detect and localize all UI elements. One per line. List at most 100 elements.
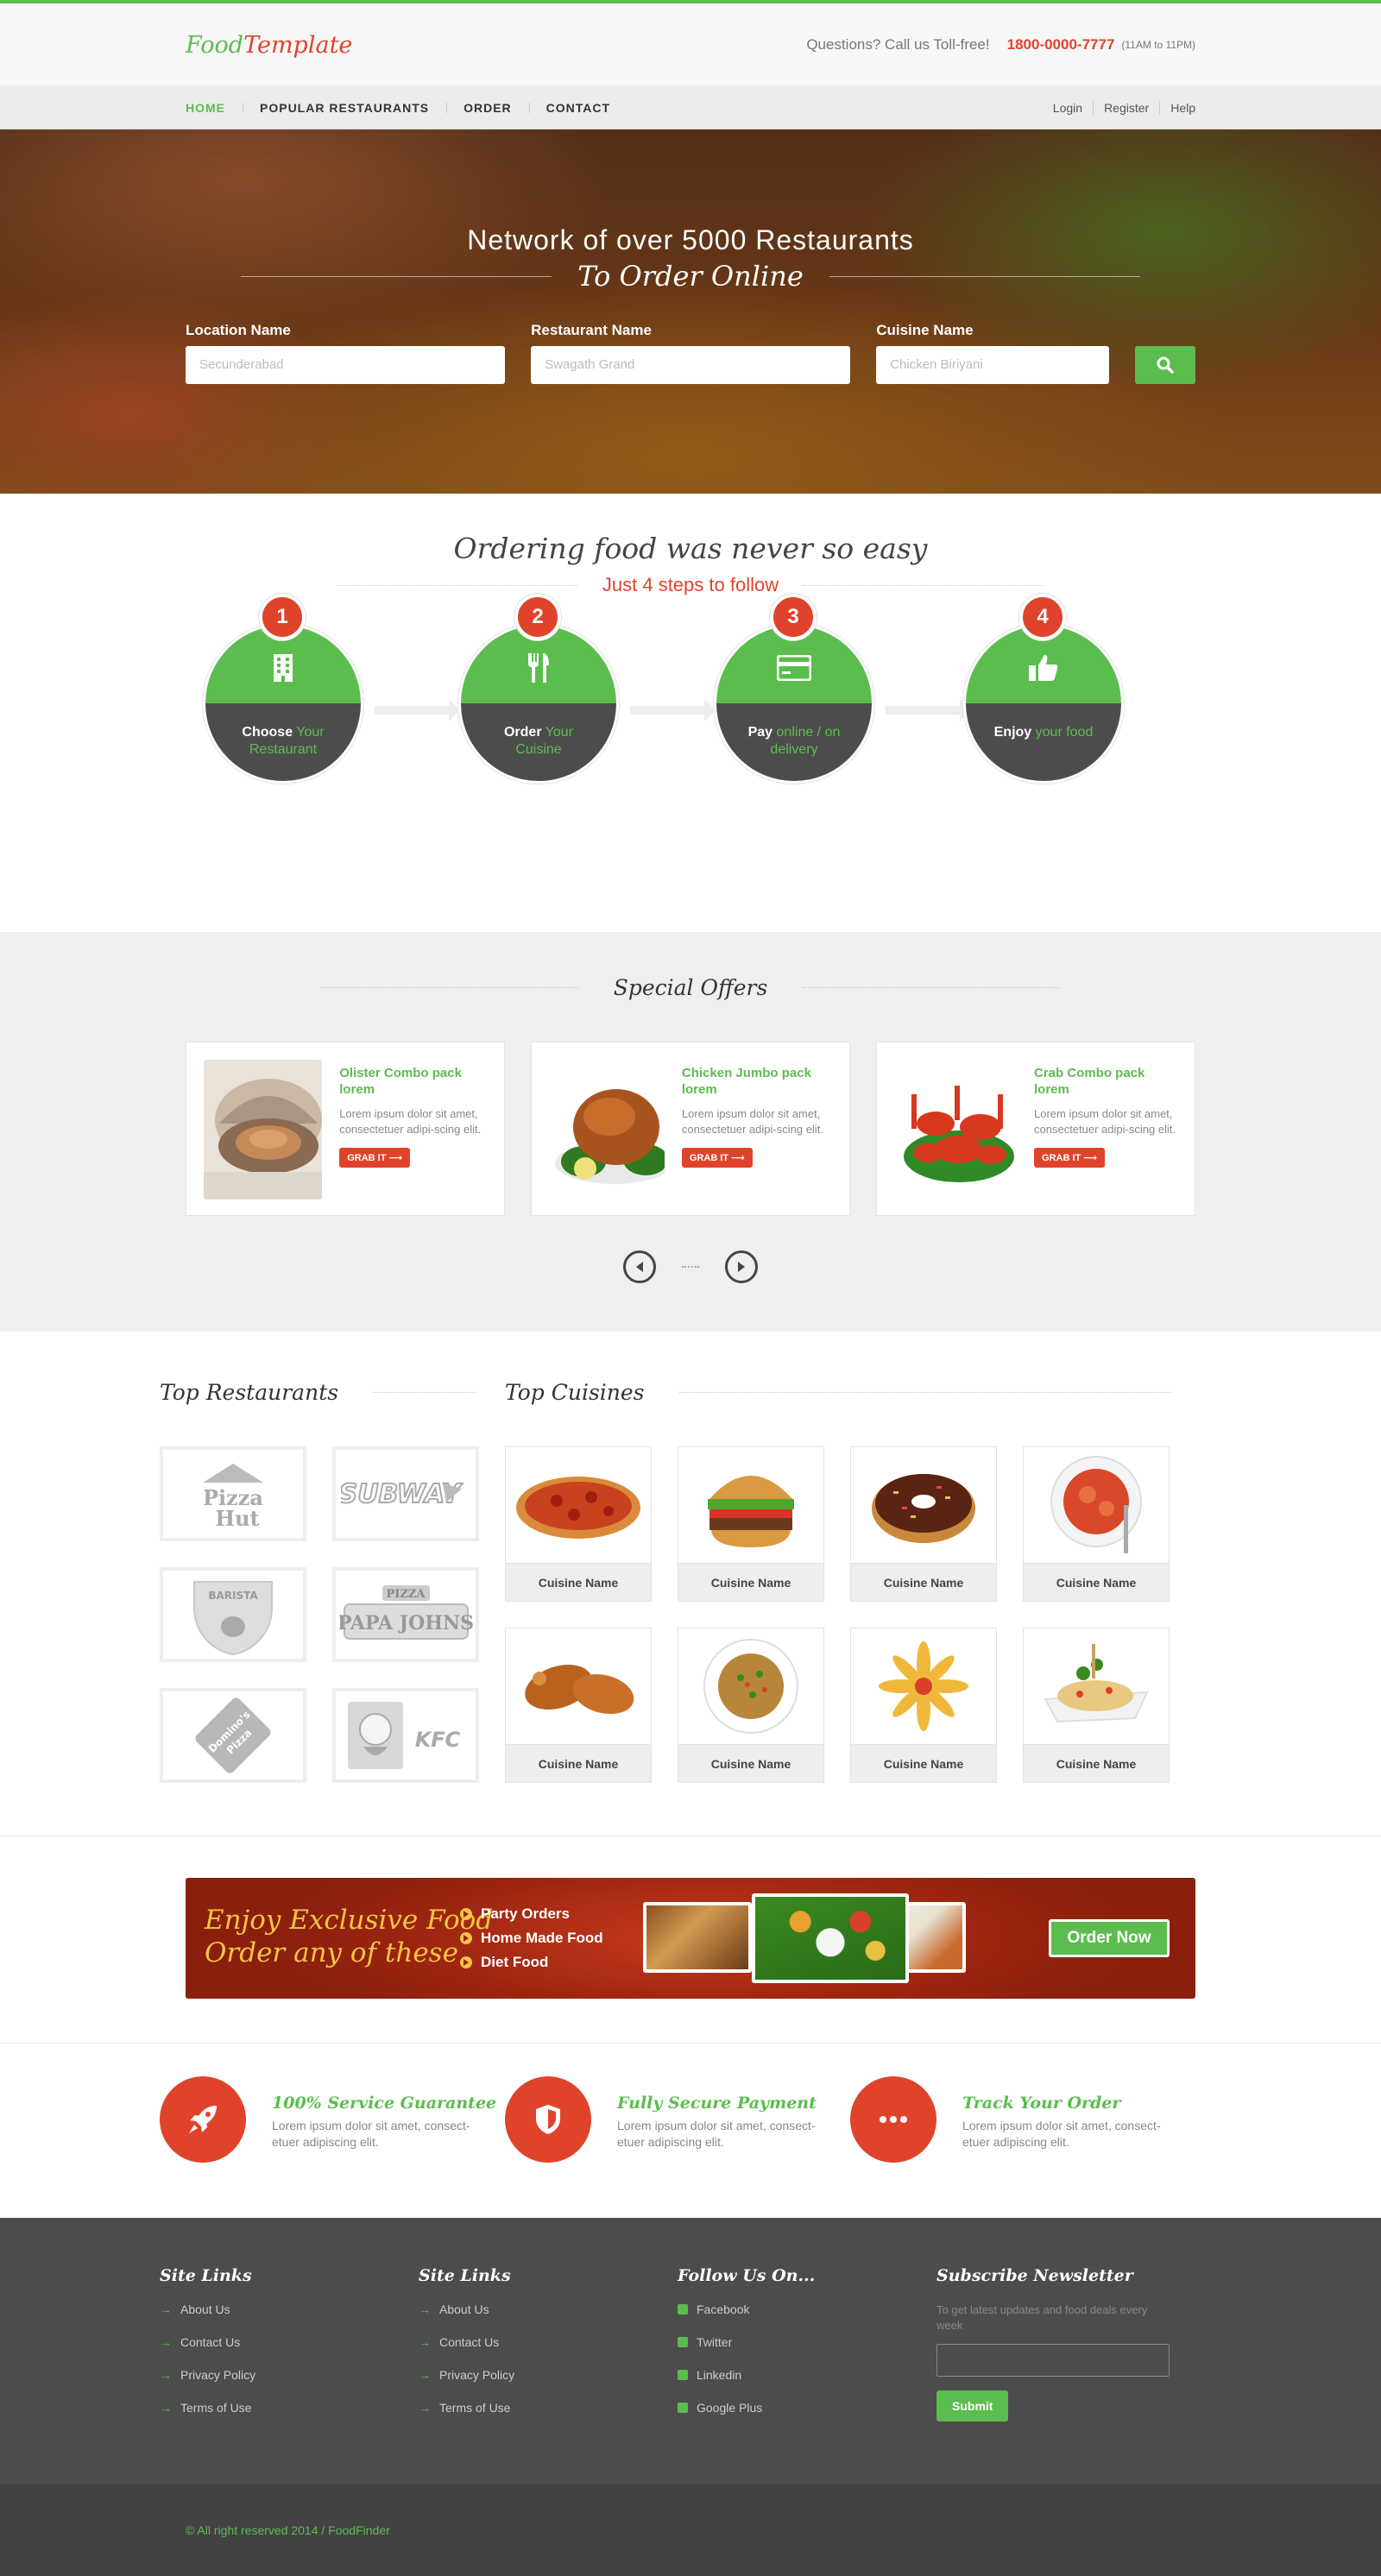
restaurant-logo-barista[interactable]: BARISTA [160,1567,306,1662]
step-detail: online / on delivery [770,725,841,757]
offer-card: Olister Combo pack lorem Lorem ipsum dol… [186,1042,505,1216]
step-2: 2 Order Your Cuisine [458,594,619,784]
location-label: Location Name [186,322,291,338]
divider [319,987,579,988]
order-now-button[interactable]: Order Now [1049,1919,1170,1957]
step-verb: Choose [242,725,293,740]
cuisine-input[interactable]: Chicken Biriyani [876,346,1110,384]
footer-link[interactable]: → Terms of Use [419,2401,514,2434]
feature-secure-payment: Fully Secure Payment Lorem ipsum dolor si… [505,2076,824,2163]
arrow-right-icon [738,1262,745,1272]
nav-home[interactable]: HOME [186,101,243,115]
offer-desc: Lorem ipsum dolor sit amet, consectetuer… [339,1107,482,1136]
newsletter-desc: To get latest updates and food deals eve… [936,2303,1148,2332]
search-form: Location Name Secunderabad Restaurant Na… [186,322,1196,384]
divider [802,987,1062,988]
footer-link[interactable]: → Contact Us [419,2335,514,2368]
cuisine-name: Cuisine Name [678,1744,823,1782]
cuisine-name: Cuisine Name [851,1744,996,1782]
cuisine-card[interactable]: Cuisine Name [678,1446,824,1602]
google-plus-link[interactable]: Google Plus [678,2401,815,2434]
svg-text:BARISTA: BARISTA [208,1590,258,1602]
arrow-right-icon: → [160,2302,172,2316]
nav-contact[interactable]: CONTACT [528,101,627,115]
feature-title: 100% Service Guarantee [272,2094,497,2113]
top-lists-section: Top Restaurants Top Cuisines Pizza Hut SU… [0,1332,1381,1836]
cuisine-card[interactable]: Cuisine Name [678,1628,824,1783]
cuisines-heading: Top Cuisines [505,1380,1171,1405]
shield-icon [536,2105,560,2134]
facebook-link[interactable]: Facebook [678,2302,815,2335]
divider [373,1392,477,1393]
cuisine-card[interactable]: Cuisine Name [505,1628,652,1783]
noodles-image [1024,1628,1169,1744]
cuisine-name: Cuisine Name [1024,1563,1169,1601]
help-link[interactable]: Help [1159,101,1195,115]
special-offers-section: Special Offers Olister Combo pack lorem … [0,932,1381,1332]
logo-part2: Template [243,31,353,59]
footer-link[interactable]: → Terms of Use [160,2401,255,2434]
header: FoodTemplate Questions? Call us Toll-fre… [0,3,1381,86]
cuisine-card[interactable]: Cuisine Name [850,1628,997,1783]
arrow-right-icon: → [419,2401,431,2415]
footer-link[interactable]: → Privacy Policy [160,2368,255,2401]
grab-it-button[interactable]: GRAB IT ⟶ [1034,1148,1106,1168]
next-button[interactable] [725,1250,758,1283]
grab-it-button[interactable]: GRAB IT ⟶ [339,1148,411,1168]
step-verb: Pay [747,725,773,740]
promo-party-image [643,1902,752,1973]
feature-service: 100% Service Guarantee Lorem ipsum dolor … [160,2076,496,2163]
feature-track-order: Track Your Order Lorem ipsum dolor sit am… [850,2076,1170,2163]
cuisine-card[interactable]: Cuisine Name [505,1446,652,1602]
hours-text: (11AM to 11PM) [1121,39,1195,51]
nav-popular-restaurants[interactable]: POPULAR RESTAURANTS [243,101,446,115]
cuisine-card[interactable]: Cuisine Name [1023,1446,1170,1602]
footer-link[interactable]: → Contact Us [160,2335,255,2368]
search-button[interactable] [1135,346,1196,384]
cuisine-card[interactable]: Cuisine Name [1023,1628,1170,1783]
chicken-image [549,1060,665,1200]
restaurant-logo-kfc[interactable]: KFC [332,1688,479,1783]
svg-text:KFC: KFC [415,1728,461,1752]
offer-name[interactable]: Crab Combo pack lorem [1034,1065,1177,1098]
restaurant-logo-papa-johns[interactable]: PIZZA PAPA JOHNS [332,1567,479,1662]
newsletter-email-input[interactable] [936,2344,1170,2377]
login-link[interactable]: Login [1053,101,1082,115]
bullet-icon [460,1932,472,1944]
google-plus-icon [678,2403,688,2413]
steps-section: Ordering food was never so easy Just 4 s… [0,494,1381,932]
footer-link[interactable]: → About Us [419,2302,514,2335]
nav-order[interactable]: ORDER [446,101,529,115]
step-detail: your food [1035,725,1094,740]
restaurant-logo-subway[interactable]: SUBWAY [332,1446,479,1541]
footer-link[interactable]: → Privacy Policy [419,2368,514,2401]
hero-subtitle: To Order Online [577,260,804,293]
restaurant-input[interactable]: Swagath Grand [531,346,851,384]
newsletter-submit-button[interactable]: Submit [936,2390,1009,2422]
feature-desc: Lorem ipsum dolor sit amet, consect-etue… [617,2119,816,2149]
promo-item: Diet Food [460,1950,603,1975]
divider [241,275,552,277]
step-arrow [630,699,716,721]
register-link[interactable]: Register [1093,101,1149,115]
facebook-icon [678,2304,688,2315]
cuisine-label: Cuisine Name [876,322,974,338]
linkedin-link[interactable]: Linkedin [678,2368,815,2401]
footer-link[interactable]: → About Us [160,2302,255,2335]
arrow-right-icon: → [160,2335,172,2349]
restaurant-logo-dominos[interactable]: Domino's Pizza [160,1688,306,1783]
phone-number[interactable]: 1800-0000-7777 [1007,36,1115,54]
offer-name[interactable]: Olister Combo pack lorem [339,1065,487,1098]
cuisine-name: Cuisine Name [506,1563,651,1601]
cuisine-name: Cuisine Name [506,1744,651,1782]
prev-button[interactable] [623,1250,656,1283]
grab-it-button[interactable]: GRAB IT ⟶ [681,1148,753,1168]
offer-name[interactable]: Chicken Jumbo pack lorem [682,1065,832,1098]
step-number: 4 [1019,594,1066,640]
step-number: 3 [770,594,817,640]
logo[interactable]: FoodTemplate [186,32,352,59]
restaurant-logo-pizza-hut[interactable]: Pizza Hut [160,1446,306,1541]
location-input[interactable]: Secunderabad [186,346,506,384]
cuisine-card[interactable]: Cuisine Name [850,1446,997,1602]
twitter-link[interactable]: Twitter [678,2335,815,2368]
